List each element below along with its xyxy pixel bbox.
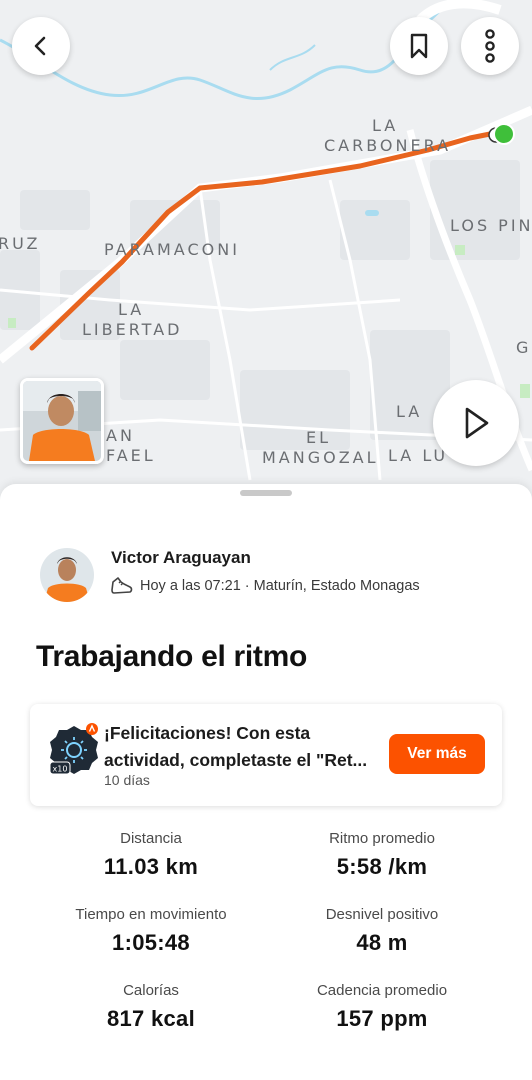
stat-label: Desnivel positivo xyxy=(325,906,439,923)
map-label: LA xyxy=(372,116,399,135)
map-label: LA xyxy=(118,300,145,319)
activity-title: Trabajando el ritmo xyxy=(36,640,308,673)
activity-photo xyxy=(23,381,101,461)
challenge-duration: 10 días xyxy=(104,772,150,788)
map-label: CARBONERA xyxy=(324,136,452,155)
stat-calories: Calorías 817 kcal xyxy=(36,980,266,1032)
map-label: FAEL xyxy=(106,446,156,465)
map-label: RUZ xyxy=(0,234,41,253)
more-options-button[interactable] xyxy=(461,17,519,75)
map-label: LA LU xyxy=(388,446,449,465)
stat-value: 1:05:48 xyxy=(112,930,190,955)
more-vertical-icon xyxy=(485,29,495,63)
stat-label: Distancia xyxy=(120,830,182,847)
map-label: LIBERTAD xyxy=(82,320,183,339)
back-button[interactable] xyxy=(12,17,70,75)
challenge-badge: x10 xyxy=(48,722,98,775)
stat-moving-time: Tiempo en movimiento 1:05:48 xyxy=(36,904,266,956)
challenge-badge-icon: x10 xyxy=(49,723,98,775)
map-label: MANGOZAL xyxy=(262,448,379,467)
chevron-left-icon xyxy=(34,36,46,56)
stat-elevation-gain: Desnivel positivo 48 m xyxy=(267,904,497,956)
athlete-name[interactable]: Victor Araguayan xyxy=(111,548,251,568)
route-end-marker-icon xyxy=(488,123,515,145)
stat-value: 48 m xyxy=(356,930,408,955)
activity-sheet: Victor Araguayan Hoy a las 07:21 · Matur… xyxy=(0,484,532,1080)
athlete-header[interactable]: Victor Araguayan Hoy a las 07:21 · Matur… xyxy=(40,548,500,608)
challenge-message: ¡Felicitaciones! Con esta actividad, com… xyxy=(104,723,368,770)
bookmark-icon xyxy=(410,33,428,59)
stat-label: Calorías xyxy=(123,982,179,999)
stat-label: Tiempo en movimiento xyxy=(75,906,227,923)
activity-meta: Hoy a las 07:21 · Maturín, Estado Monaga… xyxy=(110,576,420,596)
play-icon xyxy=(465,407,489,439)
avatar[interactable] xyxy=(40,548,94,602)
bookmark-button[interactable] xyxy=(390,17,448,75)
stat-value: 157 ppm xyxy=(336,1006,428,1031)
play-flyover-button[interactable] xyxy=(433,380,519,466)
stat-value: 5:58 /km xyxy=(336,854,428,879)
shoe-icon xyxy=(111,577,133,594)
stat-label: Ritmo promedio xyxy=(329,830,435,847)
stat-value: 817 kcal xyxy=(106,1006,196,1031)
challenge-card[interactable]: x10 ¡Felicitaciones! Con esta actividad,… xyxy=(30,704,502,806)
stat-value: 11.03 km xyxy=(103,854,199,879)
stat-label: Cadencia promedio xyxy=(316,982,448,999)
activity-photo-thumbnail[interactable] xyxy=(20,378,104,464)
badge-count: x10 xyxy=(53,765,68,774)
map-label: LOS PINO xyxy=(450,216,532,235)
stat-avg-pace: Ritmo promedio 5:58 /km xyxy=(267,828,497,880)
activity-date-location: Hoy a las 07:21 · Maturín, Estado Monaga… xyxy=(140,578,420,594)
avatar-image xyxy=(40,548,94,602)
map-label: PARAMACONI xyxy=(104,240,240,259)
sheet-drag-handle[interactable] xyxy=(240,490,292,496)
map-label: AN xyxy=(106,426,135,445)
stat-avg-cadence: Cadencia promedio 157 ppm xyxy=(267,980,497,1032)
route-map[interactable]: LA CARBONERA LOS PINO RUZ PARAMACONI LA … xyxy=(0,0,532,520)
see-more-button[interactable]: Ver más xyxy=(389,734,485,774)
stat-distance: Distancia 11.03 km xyxy=(36,828,266,880)
map-label: EL xyxy=(306,428,332,447)
map-label: LA xyxy=(396,402,423,421)
map-label: G xyxy=(516,338,532,357)
